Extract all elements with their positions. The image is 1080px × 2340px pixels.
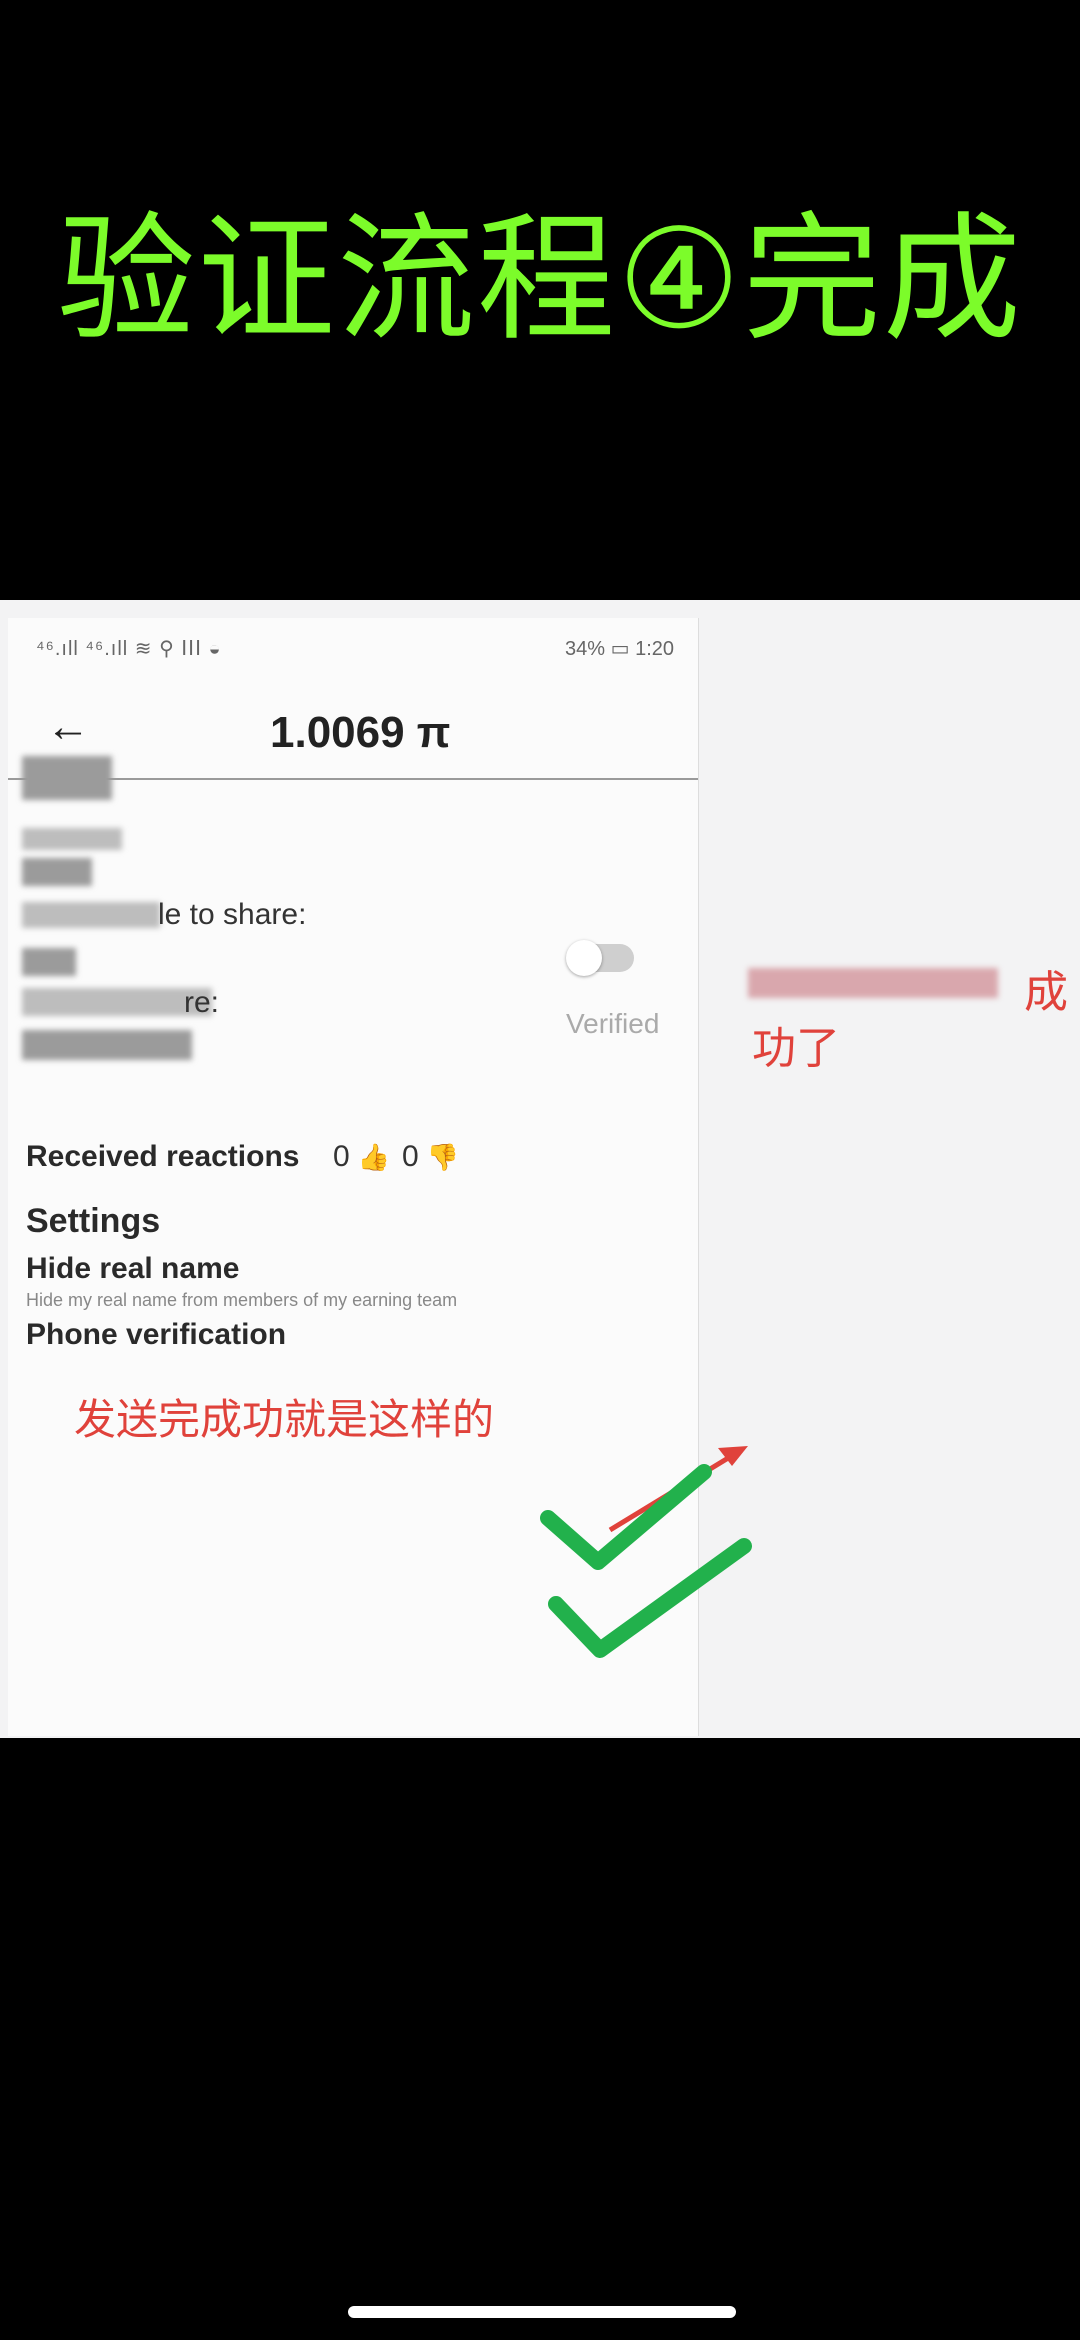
- blurred-annotation-name: [748, 968, 998, 998]
- status-signal-icons: ⁴⁶.ıll ⁴⁶.ıll ≋ ⚲ ⅠⅠⅠ ◒: [36, 638, 222, 660]
- screenshot-area: ⁴⁶.ıll ⁴⁶.ıll ≋ ⚲ ⅠⅠⅠ ◒ 34% ▭ 1:20 ← 1.0…: [0, 600, 1080, 1738]
- blurred-invitation-prefix: [22, 902, 160, 928]
- dislikes-value: 0: [402, 1140, 419, 1173]
- blurred-username-label: [22, 828, 122, 850]
- status-battery-time: 34% ▭ 1:20: [565, 638, 674, 660]
- invitation-code-label: le to share:: [158, 898, 307, 931]
- hide-real-name-description: Hide my real name from members of my ear…: [26, 1290, 458, 1310]
- balance-title: 1.0069 π: [270, 708, 451, 757]
- status-bar: ⁴⁶.ıll ⁴⁶.ıll ≋ ⚲ ⅠⅠⅠ ◒ 34% ▭ 1:20: [8, 618, 698, 678]
- blurred-avatar: [22, 756, 112, 800]
- bottom-black-area: [0, 1738, 1080, 2340]
- banner-title: 验证流程④完成: [57, 199, 1023, 360]
- home-indicator[interactable]: [348, 2306, 736, 2318]
- phone-verification-status: Verified: [566, 1008, 660, 1039]
- blurred-referral-link: [22, 1030, 192, 1060]
- received-reactions-label: Received reactions: [26, 1140, 300, 1173]
- toggle-knob: [566, 940, 602, 976]
- banner: 验证流程④完成: [0, 0, 1080, 600]
- thumbs-up-icon: 👍: [357, 1142, 391, 1172]
- phone-verification-label: Phone verification: [26, 1318, 287, 1351]
- bottom-annotation: 发送完成功就是这样的: [74, 1395, 495, 1444]
- likes-value: 0: [333, 1140, 350, 1173]
- hide-real-name-label: Hide real name: [26, 1252, 240, 1285]
- right-annotation-2: 功了: [752, 1023, 840, 1074]
- phone-screen: ⁴⁶.ıll ⁴⁶.ıll ≋ ⚲ ⅠⅠⅠ ◒ 34% ▭ 1:20 ← 1.0…: [8, 618, 699, 1736]
- right-annotation-1: 成: [1024, 967, 1068, 1018]
- settings-heading: Settings: [26, 1202, 161, 1240]
- likes-count: 0 👍: [333, 1140, 390, 1174]
- blurred-username: [22, 858, 92, 886]
- blurred-invitation-code: [22, 948, 76, 976]
- back-arrow-icon[interactable]: ←: [46, 702, 90, 752]
- hide-real-name-toggle[interactable]: [566, 940, 634, 976]
- thumbs-down-icon: 👎: [426, 1142, 460, 1172]
- dislikes-count: 0 👎: [402, 1140, 459, 1174]
- referral-link-label: re:: [184, 986, 220, 1019]
